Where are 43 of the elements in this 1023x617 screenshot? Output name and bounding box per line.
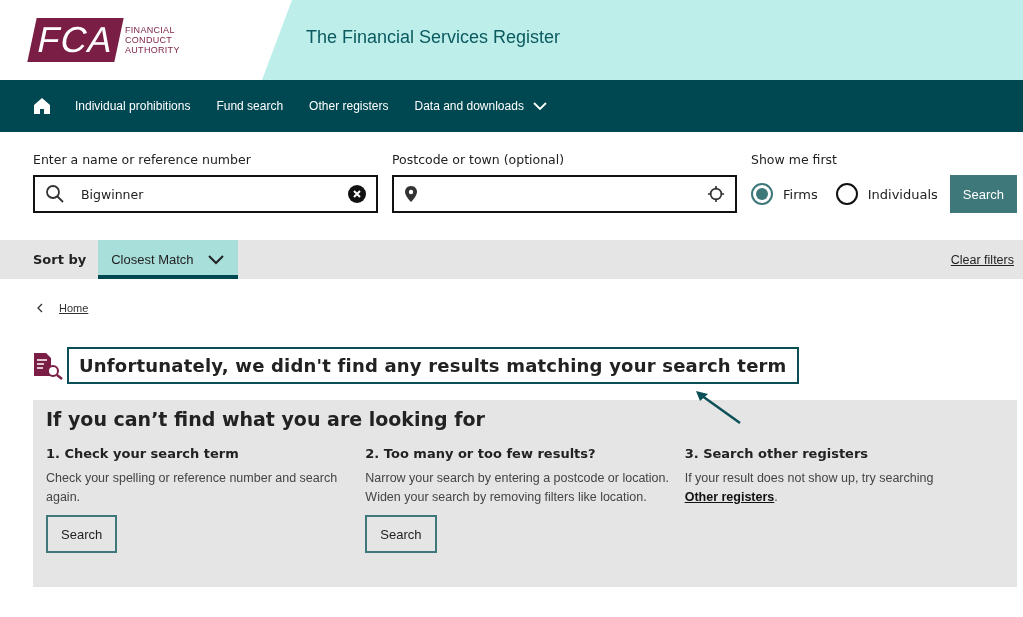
no-results-message: Unfortunately, we didn't find any results matching your search term: [67, 347, 799, 384]
breadcrumb-link[interactable]: Home: [59, 302, 89, 314]
clear-filters-link[interactable]: Clear filters: [950, 252, 1014, 267]
help-heading: 1. Check your search term: [46, 446, 240, 461]
annotation-arrow: [694, 389, 742, 425]
radio-button[interactable]: [751, 183, 773, 205]
location-pin-icon: [404, 185, 418, 203]
nav-link[interactable]: Data and downloads: [414, 99, 547, 113]
sort-dropdown[interactable]: Closest Match: [98, 240, 238, 279]
logo-letters: FCA: [27, 18, 124, 62]
help-text: If your result does not show up, try searching Other registers.: [684, 470, 935, 506]
document-search-icon: [33, 351, 63, 380]
field-label: Enter a name or reference number: [33, 152, 252, 167]
search-button[interactable]: Search: [365, 515, 437, 553]
chevron-down-icon: [207, 254, 224, 265]
chevron-down-icon: [532, 102, 547, 110]
help-text: Narrow your search by entering a postcode or location. Widen your search by removing filters like location.: [365, 470, 670, 506]
location-field[interactable]: [392, 175, 737, 213]
field-label: Show me first: [751, 152, 838, 167]
nav-link[interactable]: Fund search: [216, 99, 284, 113]
help-text: Check your spelling or reference number and search again.: [46, 470, 339, 506]
nav-link[interactable]: Other registers: [309, 99, 389, 113]
search-button[interactable]: Search: [46, 515, 118, 553]
sort-label: Sort by: [33, 252, 87, 267]
logo-word: AUTHORITY: [125, 45, 180, 55]
crosshair-icon[interactable]: [707, 185, 725, 203]
radio-label: Individuals: [867, 186, 938, 202]
help-heading: 3. Search other registers: [684, 446, 870, 461]
radio-button[interactable]: [835, 183, 858, 205]
name-search-field[interactable]: Bigwinner: [33, 175, 378, 213]
help-heading: 2. Too many or too few results?: [365, 446, 597, 461]
back-chevron-icon: [37, 303, 43, 313]
search-button[interactable]: Search: [949, 175, 1017, 213]
help-title: If you can’t find what you are looking for: [46, 408, 486, 430]
logo-word: FINANCIAL: [125, 25, 176, 35]
radio-label: Firms: [783, 186, 818, 202]
site-title: The Financial Services Register: [306, 26, 561, 48]
logo-word: CONDUCT: [125, 35, 174, 45]
nav-link[interactable]: Individual prohibitions: [75, 99, 191, 113]
field-label: Postcode or town (optional): [392, 152, 566, 167]
clear-icon[interactable]: [348, 185, 366, 203]
home-icon[interactable]: [33, 97, 51, 115]
search-icon: [45, 184, 65, 204]
